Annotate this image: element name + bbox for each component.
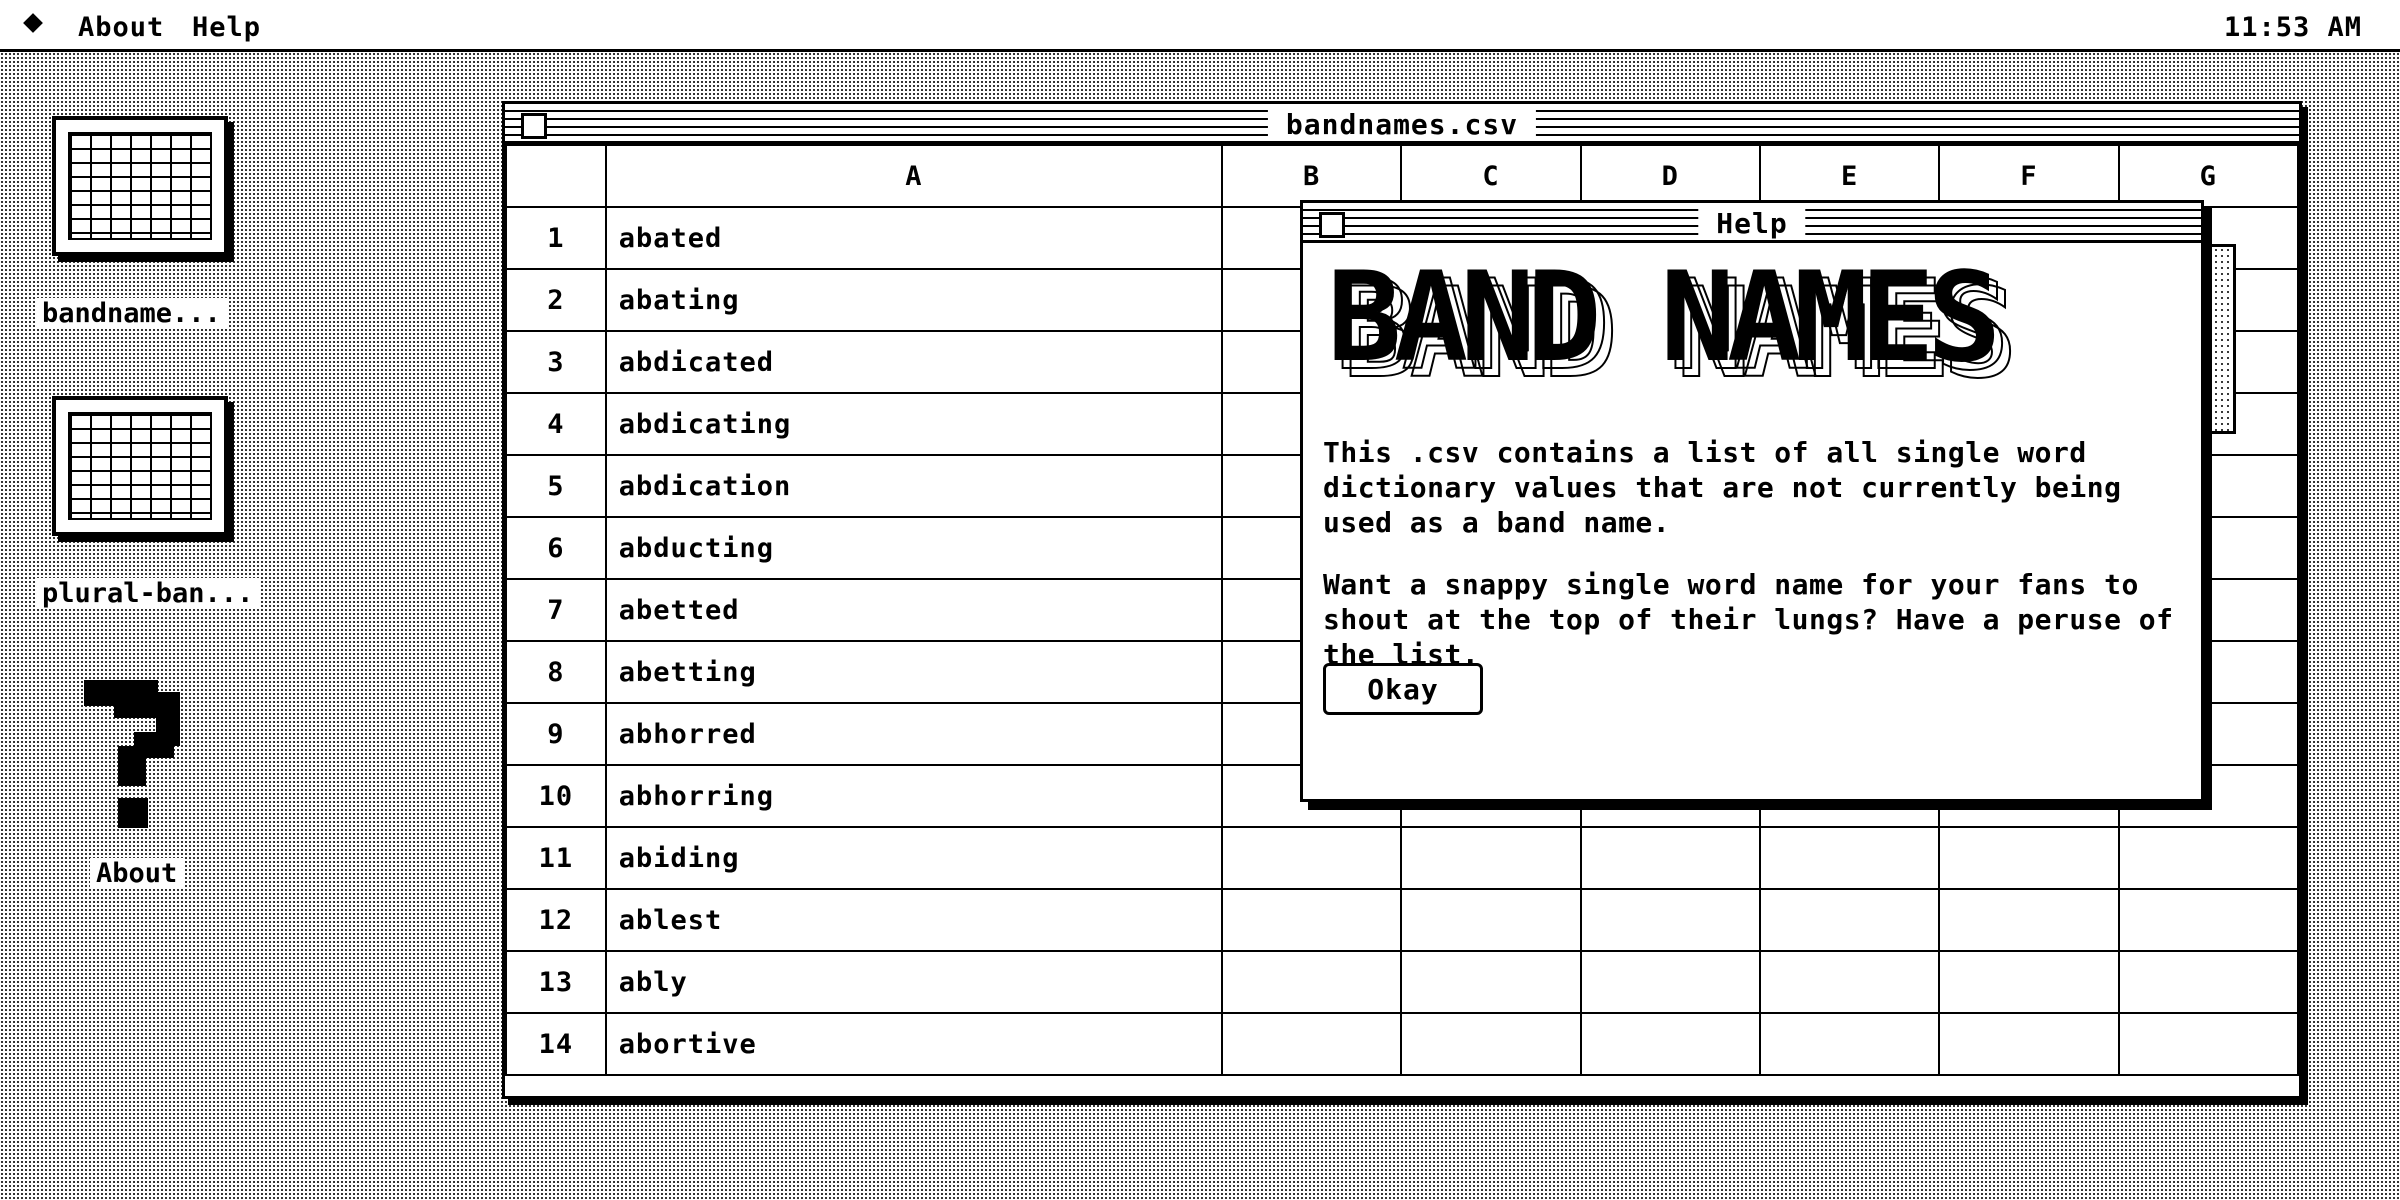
desktop-icon-label[interactable]: plural-ban... [36, 578, 260, 609]
cell-e[interactable] [1758, 1012, 1941, 1076]
column-header-b[interactable]: B [1220, 144, 1403, 208]
row-number-cell[interactable]: 12 [505, 888, 607, 952]
cell-e[interactable] [1758, 950, 1941, 1014]
cell-a[interactable]: abdicated [604, 330, 1223, 394]
cell-a[interactable]: abhorred [604, 702, 1223, 766]
row-number-cell[interactable]: 10 [505, 764, 607, 828]
cell-a[interactable]: abated [604, 206, 1223, 270]
cell-b[interactable] [1220, 888, 1403, 952]
cell-b[interactable] [1220, 826, 1403, 890]
cell-c[interactable] [1400, 950, 1582, 1014]
cell-f[interactable] [1938, 1012, 2120, 1076]
column-header-f[interactable]: F [1938, 144, 2120, 208]
table-row: 14 abortive [505, 1012, 2300, 1076]
spreadsheet-icon[interactable] [52, 116, 228, 256]
desktop-icon-label[interactable]: bandname... [36, 298, 227, 329]
cell-d[interactable] [1579, 950, 1761, 1014]
help-dialog: Help BAND NAMES BAND NAMES BAND NAMES Th… [1300, 200, 2204, 802]
cell-g[interactable] [2117, 950, 2300, 1014]
cell-a[interactable]: ablest [604, 888, 1223, 952]
row-number-cell[interactable]: 8 [505, 640, 607, 704]
cell-c[interactable] [1400, 888, 1582, 952]
cell-e[interactable] [1758, 888, 1941, 952]
row-number-cell[interactable]: 5 [505, 454, 607, 518]
cell-a[interactable]: abducting [604, 516, 1223, 580]
cell-b[interactable] [1220, 950, 1403, 1014]
cell-g[interactable] [2117, 826, 2300, 890]
cell-c[interactable] [1400, 826, 1582, 890]
cell-f[interactable] [1938, 950, 2120, 1014]
row-number-cell[interactable]: 6 [505, 516, 607, 580]
cell-d[interactable] [1579, 826, 1761, 890]
question-mark-icon[interactable] [84, 680, 198, 830]
band-names-logo: BAND NAMES BAND NAMES BAND NAMES [1327, 258, 2020, 388]
cell-d[interactable] [1579, 1012, 1761, 1076]
menu-help[interactable]: Help [192, 12, 261, 43]
column-header-e[interactable]: E [1758, 144, 1941, 208]
window-title: bandnames.csv [1267, 108, 1537, 141]
menu-bar: About Help 11:53 AM [0, 0, 2400, 52]
help-paragraph-1: This .csv contains a list of all single … [1323, 436, 2122, 539]
menu-about[interactable]: About [78, 12, 164, 43]
row-number-cell[interactable]: 3 [505, 330, 607, 394]
apple-menu-icon[interactable] [23, 13, 43, 33]
column-header-d[interactable]: D [1579, 144, 1761, 208]
column-header-g[interactable]: G [2117, 144, 2300, 208]
column-header-a[interactable]: A [604, 144, 1223, 208]
row-number-cell[interactable]: 1 [505, 206, 607, 270]
corner-cell[interactable] [505, 144, 607, 208]
dialog-titlebar[interactable]: Help [1303, 203, 2201, 243]
cell-f[interactable] [1938, 826, 2120, 890]
row-number-cell[interactable]: 4 [505, 392, 607, 456]
cell-a[interactable]: abdication [604, 454, 1223, 518]
scrollbar-thumb[interactable] [2204, 244, 2236, 434]
desktop-icon-label[interactable]: About [90, 858, 184, 889]
close-box-icon[interactable] [521, 113, 547, 139]
cell-a[interactable]: abortive [604, 1012, 1223, 1076]
table-row: 13 ably [505, 950, 2300, 1014]
row-number-cell[interactable]: 11 [505, 826, 607, 890]
cell-a[interactable]: ably [604, 950, 1223, 1014]
okay-button[interactable]: Okay [1323, 663, 1483, 715]
cell-g[interactable] [2117, 1012, 2300, 1076]
cell-a[interactable]: abetted [604, 578, 1223, 642]
row-number-cell[interactable]: 14 [505, 1012, 607, 1076]
cell-a[interactable]: abhorring [604, 764, 1223, 828]
help-paragraph-2: Want a snappy single word name for your … [1323, 568, 2174, 671]
dialog-title: Help [1698, 207, 1806, 240]
cell-a[interactable]: abetting [604, 640, 1223, 704]
row-number-cell[interactable]: 7 [505, 578, 607, 642]
cell-e[interactable] [1758, 826, 1941, 890]
cell-b[interactable] [1220, 1012, 1403, 1076]
menu-clock: 11:53 AM [2223, 12, 2362, 43]
svg-text:BAND NAMES: BAND NAMES [1327, 258, 1995, 388]
row-number-cell[interactable]: 13 [505, 950, 607, 1014]
table-row: 11 abiding [505, 826, 2300, 890]
cell-a[interactable]: abating [604, 268, 1223, 332]
cell-a[interactable]: abdicating [604, 392, 1223, 456]
row-number-cell[interactable]: 2 [505, 268, 607, 332]
row-number-cell[interactable]: 9 [505, 702, 607, 766]
cell-a[interactable]: abiding [604, 826, 1223, 890]
close-box-icon[interactable] [1319, 212, 1345, 238]
cell-g[interactable] [2117, 888, 2300, 952]
cell-d[interactable] [1579, 888, 1761, 952]
table-row: 12 ablest [505, 888, 2300, 952]
window-titlebar[interactable]: bandnames.csv [505, 104, 2299, 144]
column-header-row: A B C D E F G [505, 144, 2300, 208]
cell-f[interactable] [1938, 888, 2120, 952]
cell-c[interactable] [1400, 1012, 1582, 1076]
column-header-c[interactable]: C [1400, 144, 1582, 208]
spreadsheet-icon[interactable] [52, 396, 228, 536]
